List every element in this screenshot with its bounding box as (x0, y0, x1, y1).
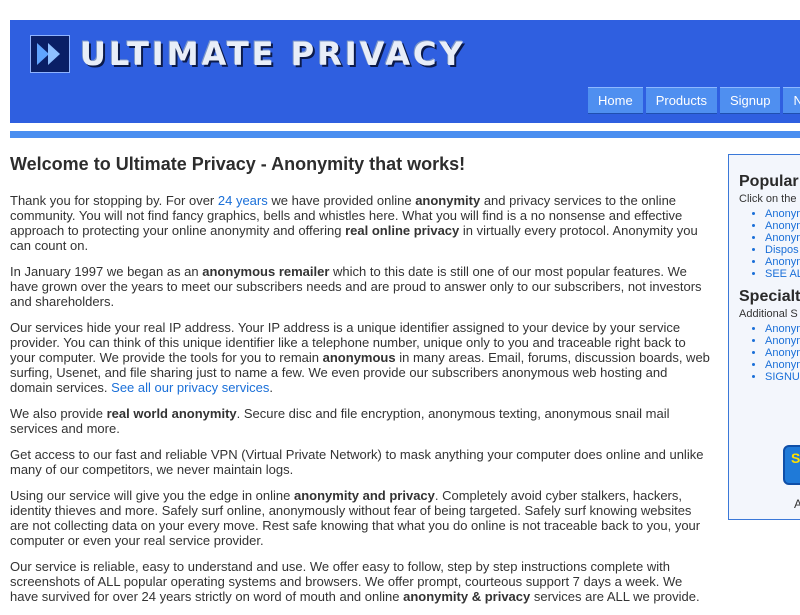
bold-text: real world anonymity (106, 406, 237, 421)
list-item[interactable]: Anonym (765, 323, 800, 335)
list-item[interactable]: Anonym (765, 347, 800, 359)
main-nav: Home Products Signup N (588, 87, 800, 114)
real-world-paragraph: We also provide real world anonymity. Se… (10, 406, 710, 436)
list-item[interactable]: Anonym (765, 208, 800, 220)
vpn-paragraph: Get access to our fast and reliable VPN … (10, 447, 704, 477)
list-item[interactable]: SIGNU (765, 371, 800, 383)
reliable-paragraph: Our service is reliable, easy to underst… (10, 559, 710, 604)
popular-subtext: Click on the (739, 193, 797, 205)
list-item[interactable]: Anonym (765, 256, 800, 268)
specialty-subtext: Additional S (739, 308, 798, 320)
text: we have provided online (267, 193, 416, 208)
text: Thank you for stopping by. For over (10, 193, 218, 208)
site-logo[interactable]: ULTIMATE PRIVACY (30, 34, 466, 74)
sidebar-footer-text: A (794, 497, 800, 511)
list-item[interactable]: Dispos (765, 244, 800, 256)
nav-item-truncated[interactable]: N (783, 87, 800, 114)
text: services are ALL we provide. (530, 589, 700, 604)
bold-text: anonymous (322, 350, 396, 365)
signup-badge-button[interactable]: S (783, 445, 800, 485)
header-divider (10, 131, 800, 138)
text: In January 1997 we began as an (10, 264, 203, 279)
bold-text: anonymous remailer (202, 264, 330, 279)
years-link[interactable]: 24 years (218, 193, 268, 208)
edge-paragraph: Using our service will give you the edge… (10, 488, 710, 548)
specialty-list: Anonym Anonym Anonym Anonym SIGNU (729, 323, 800, 383)
logo-text: ULTIMATE PRIVACY (80, 35, 466, 73)
privacy-services-link[interactable]: See all our privacy services (111, 380, 269, 395)
list-item[interactable]: Anonym (765, 232, 800, 244)
popular-heading: Popular (739, 173, 799, 190)
intro-paragraph: Thank you for stopping by. For over 24 y… (10, 193, 710, 253)
history-paragraph: In January 1997 we began as an anonymous… (10, 264, 710, 309)
list-item[interactable]: Anonym (765, 335, 800, 347)
sidebar-panel: Popular Click on the Anonym Anonym Anony… (728, 154, 800, 520)
list-item[interactable]: Anonym (765, 220, 800, 232)
services-paragraph: Our services hide your real IP address. … (10, 320, 710, 395)
text: . (269, 380, 274, 395)
specialty-heading: Specialt (739, 288, 800, 305)
bold-text: anonymity & privacy (403, 589, 531, 604)
main-content: Welcome to Ultimate Privacy - Anonymity … (10, 154, 710, 615)
nav-signup[interactable]: Signup (720, 87, 781, 114)
text: We also provide (10, 406, 107, 421)
nav-home[interactable]: Home (588, 87, 643, 114)
header-banner: ULTIMATE PRIVACY Home Products Signup N (10, 20, 800, 123)
popular-list: Anonym Anonym Anonym Dispos Anonym SEE A… (729, 208, 800, 280)
bold-text: anonymity (415, 193, 481, 208)
bold-text: real online privacy (345, 223, 460, 238)
page-title: Welcome to Ultimate Privacy - Anonymity … (10, 154, 466, 174)
text: Using our service will give you the edge… (10, 488, 294, 503)
list-item[interactable]: Anonym (765, 359, 800, 371)
play-arrows-icon (30, 35, 70, 73)
nav-products[interactable]: Products (645, 87, 717, 114)
list-item[interactable]: SEE AL (765, 268, 800, 280)
bold-text: anonymity and privacy (294, 488, 435, 503)
